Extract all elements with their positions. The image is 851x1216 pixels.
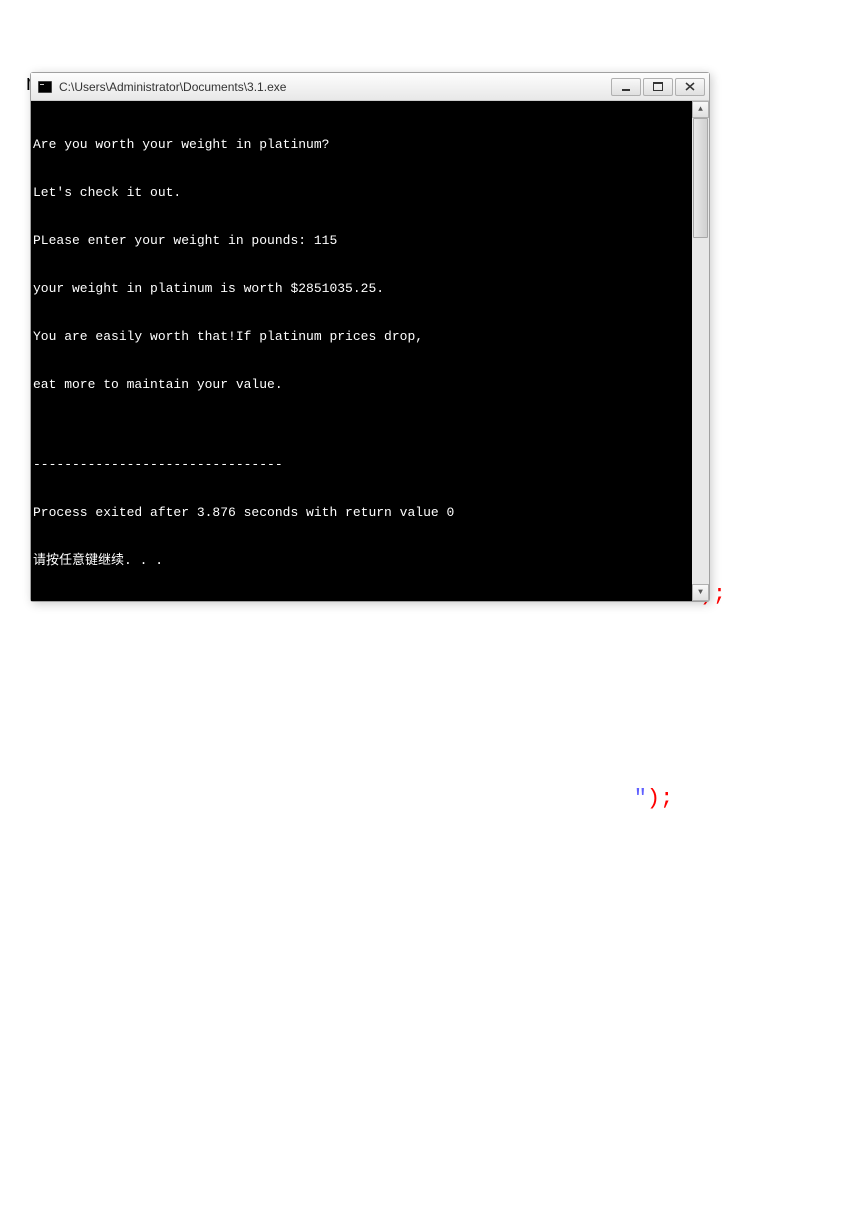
scroll-thumb[interactable] xyxy=(693,118,708,238)
console-window: C:\Users\Administrator\Documents\3.1.exe… xyxy=(30,72,710,602)
titlebar[interactable]: C:\Users\Administrator\Documents\3.1.exe xyxy=(31,73,709,101)
console-line: Process exited after 3.876 seconds with … xyxy=(33,505,709,521)
scroll-track[interactable] xyxy=(692,118,709,584)
minimize-button[interactable] xyxy=(611,78,641,96)
console-line: -------------------------------- xyxy=(33,457,709,473)
console-line: PLease enter your weight in pounds: 115 xyxy=(33,233,709,249)
console-line: your weight in platinum is worth $285103… xyxy=(33,281,709,297)
console-line: eat more to maintain your value. xyxy=(33,377,709,393)
scrollbar[interactable]: ▲ ▼ xyxy=(692,101,709,601)
console-body[interactable]: Are you worth your weight in platinum? L… xyxy=(31,101,709,601)
window-controls xyxy=(609,78,705,96)
close-button[interactable] xyxy=(675,78,705,96)
console-line: Let's check it out. xyxy=(33,185,709,201)
code-frag-paren2: ); xyxy=(647,786,673,811)
scroll-down-button[interactable]: ▼ xyxy=(692,584,709,601)
app-icon xyxy=(37,79,53,95)
console-line: Are you worth your weight in platinum? xyxy=(33,137,709,153)
scroll-up-button[interactable]: ▲ xyxy=(692,101,709,118)
maximize-button[interactable] xyxy=(643,78,673,96)
titlebar-text: C:\Users\Administrator\Documents\3.1.exe xyxy=(59,80,609,94)
console-line: 请按任意键继续. . . xyxy=(33,553,709,569)
code-frag-quote: " xyxy=(621,786,647,811)
console-line: You are easily worth that!If platinum pr… xyxy=(33,329,709,345)
